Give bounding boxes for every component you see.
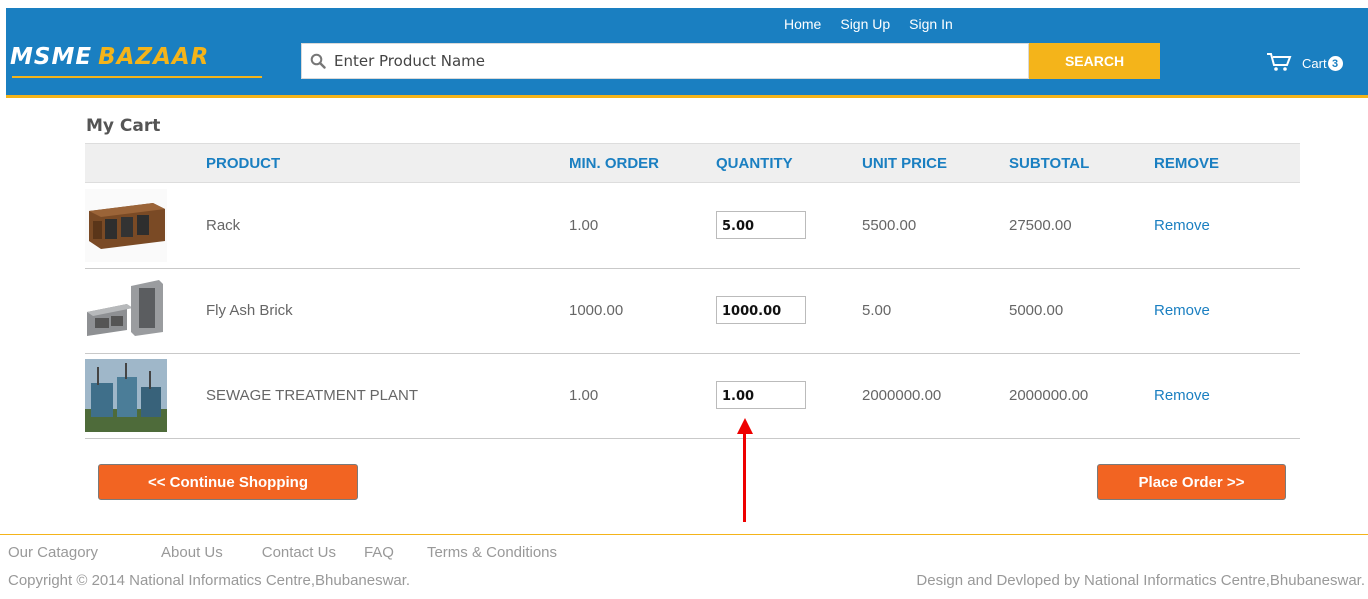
column-header-subtotal: SUBTOTAL [1009,155,1090,172]
top-nav: Home Sign Up Sign In [784,16,972,32]
site-footer: Our Catagory About Us Contact Us FAQ Ter… [0,534,1368,599]
column-header-remove: REMOVE [1154,155,1220,172]
search-input[interactable] [334,52,1014,70]
footer-links: Our Catagory About Us Contact Us FAQ Ter… [8,544,557,561]
search-button[interactable]: SEARCH [1029,43,1160,79]
place-order-button[interactable]: Place Order >> [1097,464,1286,500]
product-image-rack[interactable] [85,189,167,262]
min-order-value: 1.00 [569,217,599,234]
unit-price-value: 2000000.00 [862,387,942,404]
product-name[interactable]: SEWAGE TREATMENT PLANT [206,387,418,404]
footer-link-faq[interactable]: FAQ [364,544,394,561]
product-image-sewage-treatment-plant[interactable] [85,359,167,432]
nav-home-link[interactable]: Home [784,16,821,32]
cart-count-badge: 3 [1327,56,1343,71]
continue-shopping-button[interactable]: << Continue Shopping [98,464,358,500]
nav-signup-link[interactable]: Sign Up [840,16,890,32]
subtotal-value: 5000.00 [1009,302,1064,319]
cart-row: SEWAGE TREATMENT PLANT 1.00 1.00 2000000… [85,353,1300,439]
logo-text-msme: MSME [10,44,93,70]
copyright-text: Copyright © 2014 National Informatics Ce… [8,572,411,589]
column-header-unit-price: UNIT PRICE [862,155,948,172]
footer-link-contact[interactable]: Contact Us [262,544,336,561]
quantity-input[interactable]: 5.00 [716,211,806,239]
product-image-fly-ash-brick[interactable] [85,274,167,347]
cart-icon [1266,52,1292,75]
search-box [301,43,1029,79]
product-name[interactable]: Rack [206,217,240,234]
credit-text: Design and Devloped by National Informat… [916,572,1365,589]
column-header-product: PRODUCT [206,155,281,172]
subtotal-value: 2000000.00 [1009,387,1089,404]
logo-text-bazaar: BAZAAR [98,44,210,70]
footer-link-about[interactable]: About Us [161,544,223,561]
cart-table-header: PRODUCT MIN. ORDER QUANTITY UNIT PRICE S… [85,143,1300,183]
footer-link-category[interactable]: Our Catagory [8,544,98,561]
min-order-value: 1.00 [569,387,599,404]
nav-signin-link[interactable]: Sign In [909,16,953,32]
unit-price-value: 5.00 [862,302,892,319]
cart-row: Fly Ash Brick 1000.00 1000.00 5.00 5000.… [85,268,1300,354]
subtotal-value: 27500.00 [1009,217,1072,234]
remove-link[interactable]: Remove [1154,387,1210,404]
site-logo[interactable]: MSME BAZAAR [10,44,209,70]
min-order-value: 1000.00 [569,302,624,319]
column-header-min-order: MIN. ORDER [569,155,659,172]
cart-label: Cart [1302,56,1327,71]
logo-underline [12,76,262,78]
quantity-input[interactable]: 1000.00 [716,296,806,324]
quantity-input[interactable]: 1.00 [716,381,806,409]
search-icon [302,53,334,69]
cart-link[interactable]: Cart 3 [1266,52,1343,75]
column-header-quantity: QUANTITY [716,155,793,172]
product-name[interactable]: Fly Ash Brick [206,302,293,319]
footer-link-terms[interactable]: Terms & Conditions [427,544,557,561]
page-title: My Cart [86,116,161,136]
remove-link[interactable]: Remove [1154,302,1210,319]
remove-link[interactable]: Remove [1154,217,1210,234]
cart-row: Rack 1.00 5.00 5500.00 27500.00 Remove [85,183,1300,269]
annotation-arrow-line [743,430,746,522]
unit-price-value: 5500.00 [862,217,917,234]
